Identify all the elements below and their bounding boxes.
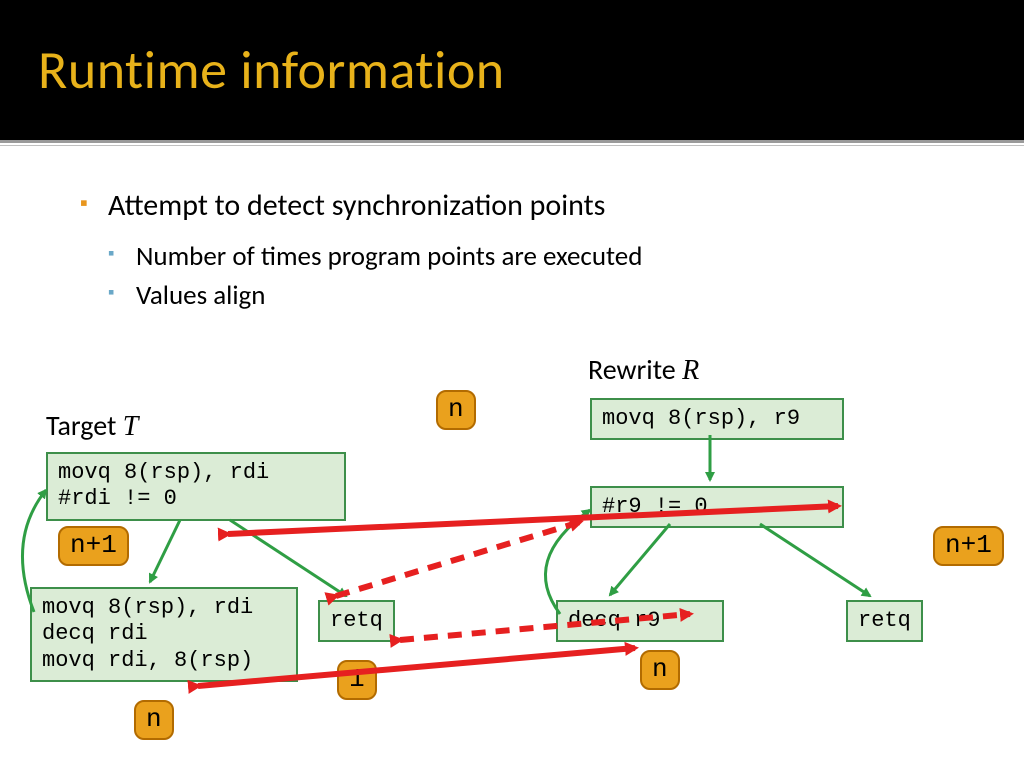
arrow-r2-r3 [610, 524, 670, 595]
bullet-1b-text: Values align [108, 276, 1024, 315]
badge-r-n: n [640, 650, 680, 690]
badge-t-n: n [134, 700, 174, 740]
sync-arrow-dashed-high [336, 522, 580, 596]
arrow-t1-ret [230, 520, 346, 596]
arrow-t2-t1 [22, 490, 46, 612]
rewrite-box-1: movq 8(rsp), r9 [590, 398, 844, 440]
slide-title: Runtime information [38, 37, 505, 103]
arrow-r2-ret [760, 524, 870, 596]
badge-one: 1 [337, 660, 377, 700]
title-rule [0, 140, 1024, 143]
badge-t-np1: n+1 [58, 526, 129, 566]
bullet-1-text: Attempt to detect synchronization points [108, 187, 605, 224]
arrow-t1-t2 [150, 520, 180, 582]
rewrite-retq-box: retq [846, 600, 923, 642]
sync-arrow-dashed-low [400, 614, 690, 640]
rewrite-label-text: Rewrite [588, 352, 682, 387]
badge-r-np1: n+1 [933, 526, 1004, 566]
sync-arrow-n [198, 648, 635, 686]
target-retq-box: retq [318, 600, 395, 642]
rewrite-label-sym: R [682, 355, 699, 386]
rewrite-box-3: decq r9 [556, 600, 724, 642]
body: Attempt to detect synchronization points… [0, 146, 1024, 315]
badge-n-top: n [436, 390, 476, 430]
target-label: Target T [46, 408, 138, 443]
target-box-1: movq 8(rsp), rdi #rdi != 0 [46, 452, 346, 521]
rewrite-label: Rewrite R [588, 352, 699, 387]
target-label-text: Target [46, 408, 123, 443]
arrow-r3-r2 [545, 510, 590, 614]
title-bar: Runtime information [0, 0, 1024, 140]
target-label-sym: T [123, 411, 139, 442]
rewrite-box-2: #r9 != 0 [590, 486, 844, 528]
bullet-list: Attempt to detect synchronization points… [80, 186, 1024, 315]
bullet-1: Attempt to detect synchronization points… [80, 186, 1024, 315]
bullet-1a-text: Number of times program points are execu… [108, 237, 1024, 276]
target-box-2: movq 8(rsp), rdi decq rdi movq rdi, 8(rs… [30, 587, 298, 682]
sync-arrow-conditions [228, 506, 838, 534]
